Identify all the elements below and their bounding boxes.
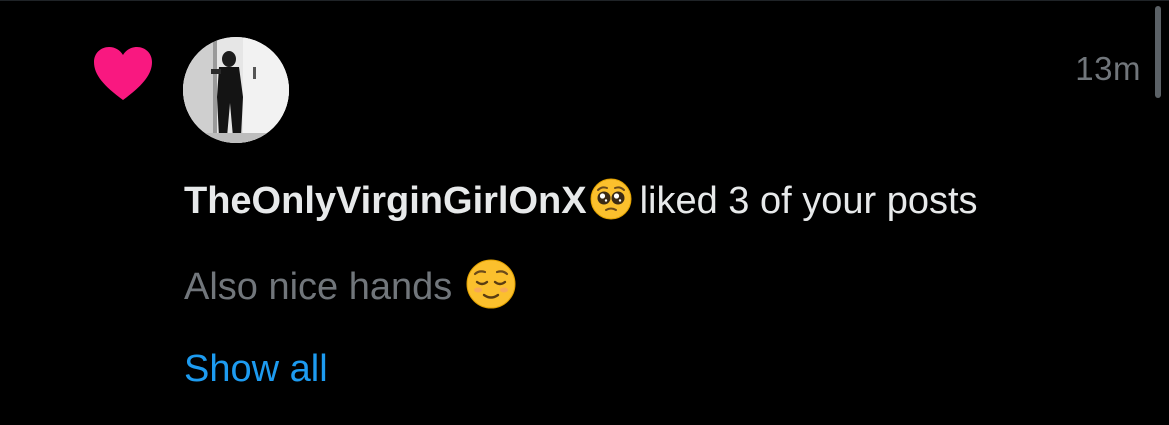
notification-headline: TheOnlyVirginGirlOnX liked 3 of your pos…: [184, 178, 978, 224]
pleading-face-emoji: [590, 178, 632, 220]
heart-icon: [92, 46, 154, 102]
like-notification[interactable]: 13m TheOnlyVirginGirlOnX liked 3 of your…: [0, 0, 1150, 425]
username[interactable]: TheOnlyVirginGirlOnX: [184, 180, 587, 222]
timestamp: 13m: [1075, 50, 1141, 87]
show-all-link[interactable]: Show all: [184, 346, 328, 392]
relieved-face-emoji: [466, 259, 516, 309]
post-preview[interactable]: Also nice hands: [184, 259, 516, 310]
avatar[interactable]: [183, 37, 289, 143]
action-text: liked 3 of your posts: [639, 180, 978, 222]
scrollbar[interactable]: [1155, 6, 1161, 98]
preview-text: Also nice hands: [184, 266, 453, 308]
